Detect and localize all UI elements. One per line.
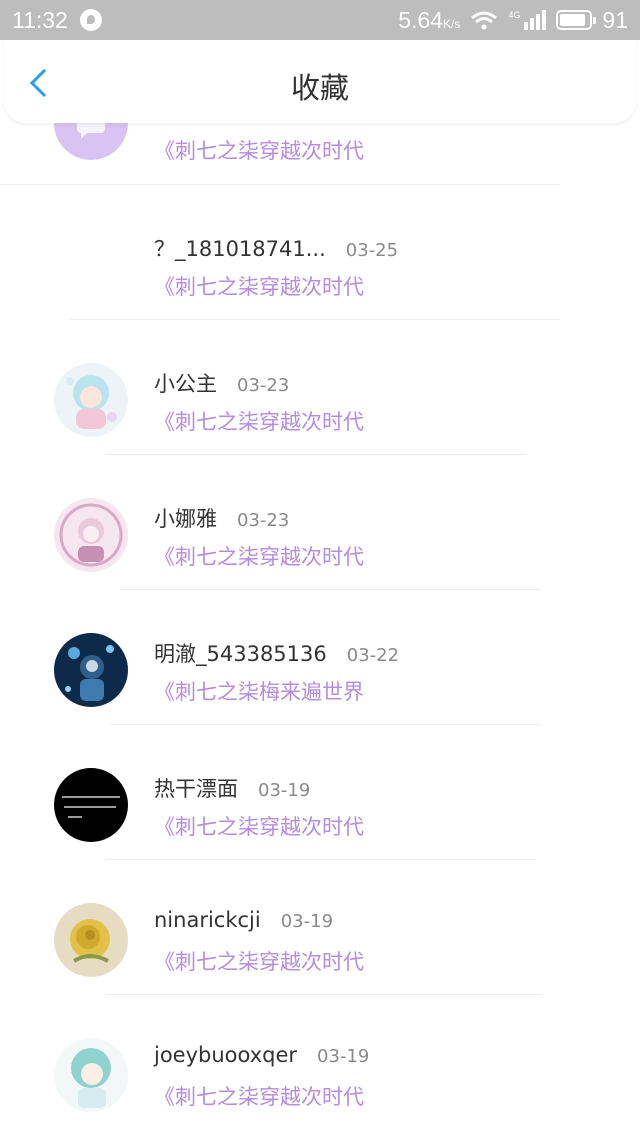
avatar[interactable] [54, 633, 128, 707]
user-name[interactable]: 明澈_543385136 [154, 638, 327, 668]
clock: 11:32 [12, 6, 68, 33]
avatar[interactable] [54, 1038, 128, 1112]
notification-icon [79, 9, 102, 31]
page-title: 收藏 [290, 71, 349, 105]
book-title[interactable]: 《刺七之柒穿越次时代 [154, 1081, 364, 1111]
date-label: 03-25 [345, 240, 399, 261]
favorites-list: 《刺七之柒穿越次时代 ？_181018741... 03-25 《刺七之柒穿越次… [0, 0, 640, 1138]
network-speed: 5.64K/s [398, 6, 461, 33]
book-title[interactable]: 《刺七之柒穿越次时代 [154, 946, 364, 976]
status-bar: 11:32 5.64K/s 4G 91 [0, 0, 640, 40]
book-title[interactable]: 《刺七之柒穿越次时代 [154, 541, 364, 571]
date-label: 03-19 [317, 1046, 370, 1067]
list-item[interactable]: joeybuooxqer 03-19 《刺七之柒穿越次时代 [0, 995, 640, 1130]
avatar[interactable] [54, 903, 128, 977]
user-name[interactable]: ？_181018741... [154, 233, 326, 263]
wifi-icon [471, 11, 498, 30]
date-label: 03-23 [237, 510, 290, 531]
list-item[interactable]: 小公主 03-23 《刺七之柒穿越次时代 [0, 320, 640, 455]
date-label: 03-22 [346, 645, 400, 666]
user-name[interactable]: 热干漂面 [154, 773, 238, 803]
signal-icon: 4G [508, 10, 547, 30]
list-item[interactable]: 明澈_543385136 03-22 《刺七之柒梅来遍世界 [0, 590, 640, 725]
user-name[interactable]: joeybuooxqer [154, 1043, 297, 1067]
list-item-partial[interactable]: 《刺七之柒穿越次时代 [0, 123, 640, 185]
book-title[interactable]: 《刺七之柒穿越次时代 [154, 271, 364, 301]
book-title[interactable]: 《刺七之柒穿越次时代 [154, 135, 364, 165]
battery-level: 91 [602, 6, 628, 33]
avatar[interactable] [54, 768, 128, 842]
date-label: 03-19 [258, 780, 311, 801]
user-name[interactable]: 小公主 [154, 368, 217, 398]
date-label: 03-23 [237, 375, 290, 396]
list-item[interactable]: ？_181018741... 03-25 《刺七之柒穿越次时代 [0, 185, 640, 320]
avatar[interactable] [54, 498, 128, 572]
list-item[interactable]: 热干漂面 03-19 《刺七之柒穿越次时代 [0, 725, 640, 860]
list-item[interactable]: ninarickcji 03-19 《刺七之柒穿越次时代 [0, 860, 640, 995]
book-title[interactable]: 《刺七之柒梅来遍世界 [154, 676, 364, 706]
avatar [54, 123, 128, 160]
nav-header: 收藏 [4, 41, 636, 123]
book-title[interactable]: 《刺七之柒穿越次时代 [154, 406, 364, 436]
user-name[interactable]: ninarickcji [154, 908, 261, 932]
book-title[interactable]: 《刺七之柒穿越次时代 [154, 811, 364, 841]
avatar[interactable] [54, 363, 128, 437]
user-name[interactable]: 小娜雅 [154, 503, 217, 533]
list-item[interactable]: 小娜雅 03-23 《刺七之柒穿越次时代 [0, 455, 640, 590]
date-label: 03-19 [280, 911, 334, 932]
battery-icon [556, 10, 597, 30]
